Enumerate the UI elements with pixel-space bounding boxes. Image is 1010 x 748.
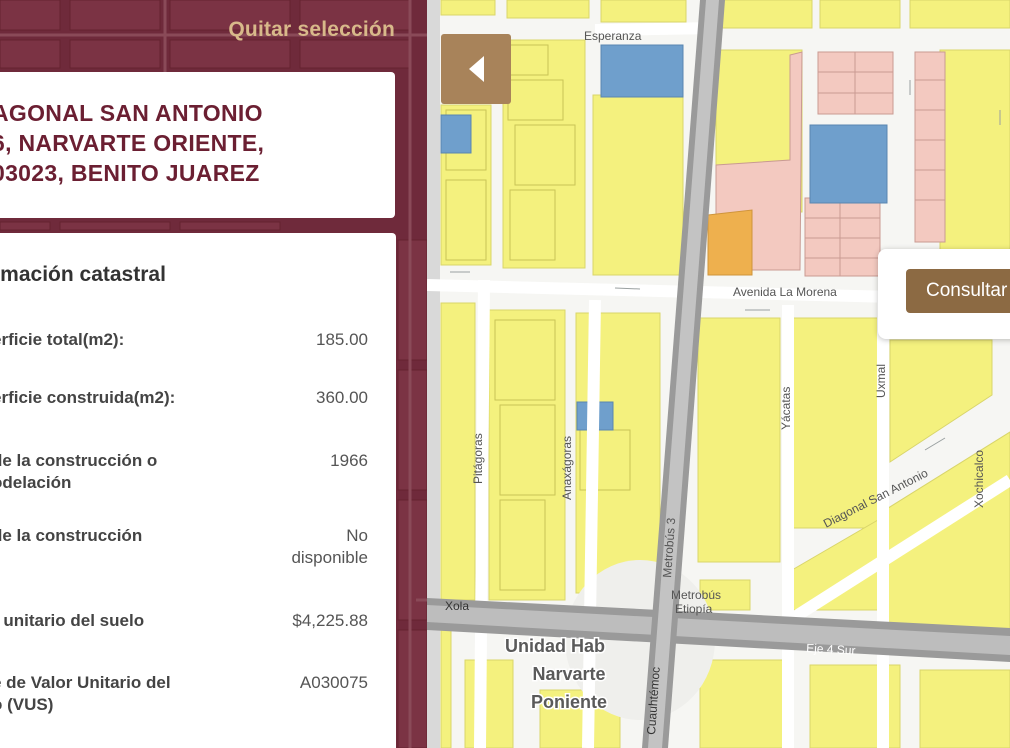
- address-line-1: AGONAL SAN ANTONIO: [0, 100, 263, 126]
- city-block: [804, 197, 881, 277]
- xola-label: Xola: [445, 599, 469, 613]
- esperanza-label: Esperanza: [584, 29, 642, 43]
- city-block: [600, 0, 687, 23]
- city-block: [697, 317, 781, 563]
- xochicalco-label: Xochicalco: [972, 450, 986, 508]
- total-area-value: 185.00: [316, 330, 368, 349]
- construction-year-label: de la construcción o odelación: [0, 451, 158, 492]
- city-block: [506, 0, 590, 19]
- city-block: [919, 669, 1010, 748]
- address-card: AGONAL SAN ANTONIO 6, NARVARTE ORIENTE, …: [0, 72, 395, 218]
- construction-year-value: 1966: [330, 451, 368, 470]
- total-area-label: erficie total(m2):: [0, 330, 125, 349]
- collapse-panel-button[interactable]: [441, 34, 511, 104]
- avenida-la-morena-label: Avenida La Morena: [733, 285, 837, 299]
- clear-selection-link[interactable]: Quitar selección: [228, 18, 395, 42]
- city-block: [809, 124, 888, 204]
- address-line-3: 03023, BENITO JUAREZ: [0, 160, 260, 186]
- neighborhood-line-2: Narvarte: [532, 664, 605, 684]
- vus-key-label: e de Valor Unitario del o (VUS): [0, 673, 171, 714]
- side-panel: Quitar selección AGONAL SAN ANTONIO 6, N…: [0, 0, 427, 748]
- cadastral-info-card: rmación catastral erficie total(m2): 185…: [0, 233, 396, 748]
- yacatas-label: Yácatas: [779, 387, 793, 430]
- chevron-left-icon: [469, 56, 484, 82]
- city-block: [592, 94, 684, 276]
- map-view[interactable]: Esperanza Avenida La Morena Pitágoras An…: [427, 0, 1010, 748]
- neighborhood-line-3: Poniente: [531, 692, 607, 712]
- metrobus-station-label: Metrobús: [671, 588, 721, 602]
- map-scrollbar[interactable]: [427, 0, 440, 748]
- city-block: [699, 659, 791, 748]
- land-unit-value: $4,225.88: [292, 611, 368, 630]
- cadastral-info-title: rmación catastral: [0, 263, 166, 286]
- construction-type-value: No disponible: [291, 526, 368, 567]
- city-block: [440, 624, 452, 748]
- address-line-2: 6, NARVARTE ORIENTE,: [0, 130, 265, 156]
- neighborhood-line-1: Unidad Hab: [505, 636, 605, 656]
- vus-key-value: A030075: [299, 673, 368, 692]
- eje-4-sur-label: Eje 4 Sur: [806, 641, 856, 658]
- city-block: [440, 0, 496, 16]
- uxmal-label: Uxmal: [874, 364, 888, 398]
- built-area-value: 360.00: [316, 388, 368, 407]
- city-block: [464, 659, 514, 748]
- consult-button[interactable]: Consultar: [906, 269, 1010, 313]
- anaxagoras-label: Anaxágoras: [560, 436, 574, 500]
- city-block: [440, 302, 476, 601]
- map-canvas[interactable]: Esperanza Avenida La Morena Pitágoras An…: [427, 0, 1010, 748]
- city-block: [819, 0, 901, 29]
- land-unit-value-label: r unitario del suelo: [0, 611, 145, 630]
- construction-type-label: de la construcción: [0, 526, 143, 545]
- pitagoras-street: [474, 279, 490, 748]
- pitagoras-label: Pitágoras: [471, 433, 485, 484]
- city-block: [600, 44, 684, 98]
- city-block-orange: [707, 209, 753, 276]
- city-block: [909, 0, 1010, 29]
- city-block: [939, 49, 1010, 281]
- city-block: [440, 114, 472, 154]
- etiopia-label: Etiopía: [675, 602, 713, 616]
- built-area-label: erficie construida(m2):: [0, 388, 176, 407]
- city-block: [721, 0, 813, 29]
- consult-popup: Consultar: [878, 249, 1010, 339]
